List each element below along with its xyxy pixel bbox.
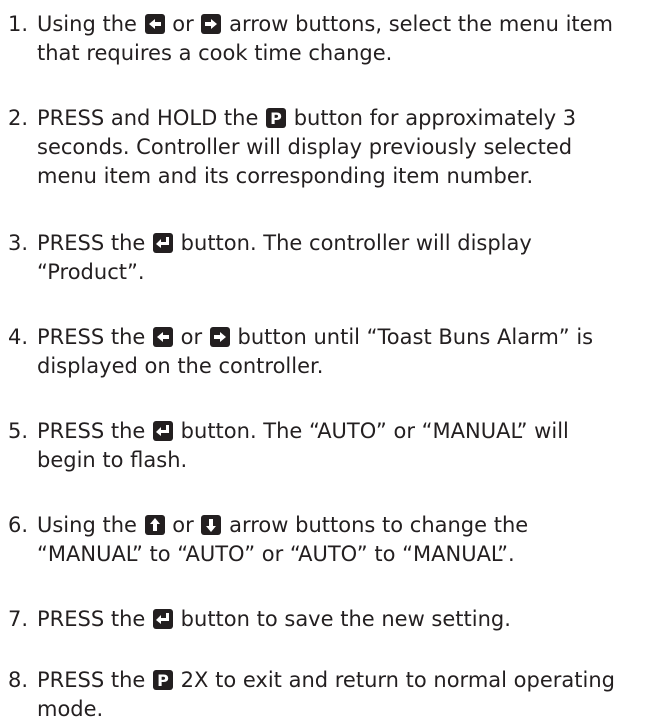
step-text-segment: arrow buttons, select the menu item xyxy=(222,12,614,36)
step-number: 1. xyxy=(8,12,29,36)
left-arrow-icon xyxy=(144,14,165,34)
step-text: PRESS and HOLD the P button for approxim… xyxy=(37,104,671,191)
step-text-segment: button until “Toast Buns Alarm” is xyxy=(230,325,594,349)
step-line: PRESS and HOLD the P button for approxim… xyxy=(37,104,671,133)
step-text-segment: button. The “AUTO” or “MANUAL” will xyxy=(174,419,569,443)
enter-icon xyxy=(153,609,173,629)
step-line: “Product”. xyxy=(37,258,671,287)
step-line: menu item and its corresponding item num… xyxy=(37,162,671,191)
step-text: PRESS the button. The controller will di… xyxy=(37,229,671,287)
step-text-segment: PRESS the xyxy=(37,231,152,255)
step-number: 5. xyxy=(8,419,29,443)
down-arrow-icon xyxy=(201,515,222,535)
step-line: displayed on the controller. xyxy=(37,352,671,381)
step-number: 7. xyxy=(8,607,29,631)
enter-icon xyxy=(153,233,173,253)
p-button-icon: P xyxy=(153,670,173,690)
step-number: 3. xyxy=(8,231,29,255)
step-text-segment: or xyxy=(165,513,201,537)
right-arrow-icon xyxy=(209,327,230,347)
svg-text:P: P xyxy=(270,109,282,128)
step-text-segment: “MANUAL” to “AUTO” or “AUTO” to “MANUAL”… xyxy=(37,542,515,566)
step-text-segment: or xyxy=(174,325,209,349)
step-line: Using the or arrow buttons to change the xyxy=(37,511,671,540)
up-arrow-icon xyxy=(144,515,165,535)
step-line: PRESS the button. The controller will di… xyxy=(37,229,671,258)
step-text-segment: button for approximately 3 xyxy=(287,106,577,130)
step-line: Using the or arrow buttons, select the m… xyxy=(37,10,671,39)
step-text-segment: 2X to exit and return to normal operatin… xyxy=(174,668,615,692)
step-line: begin to flash. xyxy=(37,446,671,475)
step-line: “MANUAL” to “AUTO” or “AUTO” to “MANUAL”… xyxy=(37,540,671,569)
step-text-segment: begin to flash. xyxy=(37,448,188,472)
step-text: PRESS the button to save the new setting… xyxy=(37,605,671,634)
step-text-segment: that requires a cook time change. xyxy=(37,41,393,65)
step-number: 4. xyxy=(8,325,29,349)
step-text-segment: PRESS the xyxy=(37,325,152,349)
step-text-segment: arrow buttons to change the xyxy=(222,513,529,537)
step-text-segment: PRESS the xyxy=(37,607,152,631)
step-text-segment: menu item and its corresponding item num… xyxy=(37,164,534,188)
step-text: Using the or arrow buttons to change the… xyxy=(37,511,671,569)
step-text: PRESS the or button until “Toast Buns Al… xyxy=(37,323,671,381)
step-text-segment: “Product”. xyxy=(37,260,145,284)
step-text-segment: seconds. Controller will display previou… xyxy=(37,135,573,159)
step-text-segment: PRESS the xyxy=(37,419,152,443)
step-line: PRESS the button to save the new setting… xyxy=(37,605,671,634)
step-line: seconds. Controller will display previou… xyxy=(37,133,671,162)
step-line: PRESS the or button until “Toast Buns Al… xyxy=(37,323,671,352)
step-text-segment: PRESS the xyxy=(37,668,152,692)
instruction-page: 1. Using the or arrow buttons, select the… xyxy=(0,0,671,721)
step-text-segment: Using the xyxy=(37,513,144,537)
step-text-segment: PRESS and HOLD the xyxy=(37,106,266,130)
step-number: 6. xyxy=(8,513,29,537)
step-text: PRESS the P 2X to exit and return to nor… xyxy=(37,666,671,724)
step-line: PRESS the button. The “AUTO” or “MANUAL”… xyxy=(37,417,671,446)
step-text-segment: mode. xyxy=(37,697,104,721)
right-arrow-icon xyxy=(201,14,222,34)
step-text-segment: displayed on the controller. xyxy=(37,354,324,378)
step-text: PRESS the button. The “AUTO” or “MANUAL”… xyxy=(37,417,671,475)
step-text-segment: or xyxy=(165,12,201,36)
step-text-segment: button. The controller will display xyxy=(174,231,532,255)
step-text: Using the or arrow buttons, select the m… xyxy=(37,10,671,68)
step-text-segment: Using the xyxy=(37,12,144,36)
step-line: that requires a cook time change. xyxy=(37,39,671,68)
left-arrow-icon xyxy=(153,327,173,347)
step-text-segment: button to save the new setting. xyxy=(174,607,511,631)
p-button-icon: P xyxy=(266,108,287,128)
enter-icon xyxy=(153,421,173,441)
step-number: 2. xyxy=(8,106,29,130)
step-line: mode. xyxy=(37,695,671,724)
